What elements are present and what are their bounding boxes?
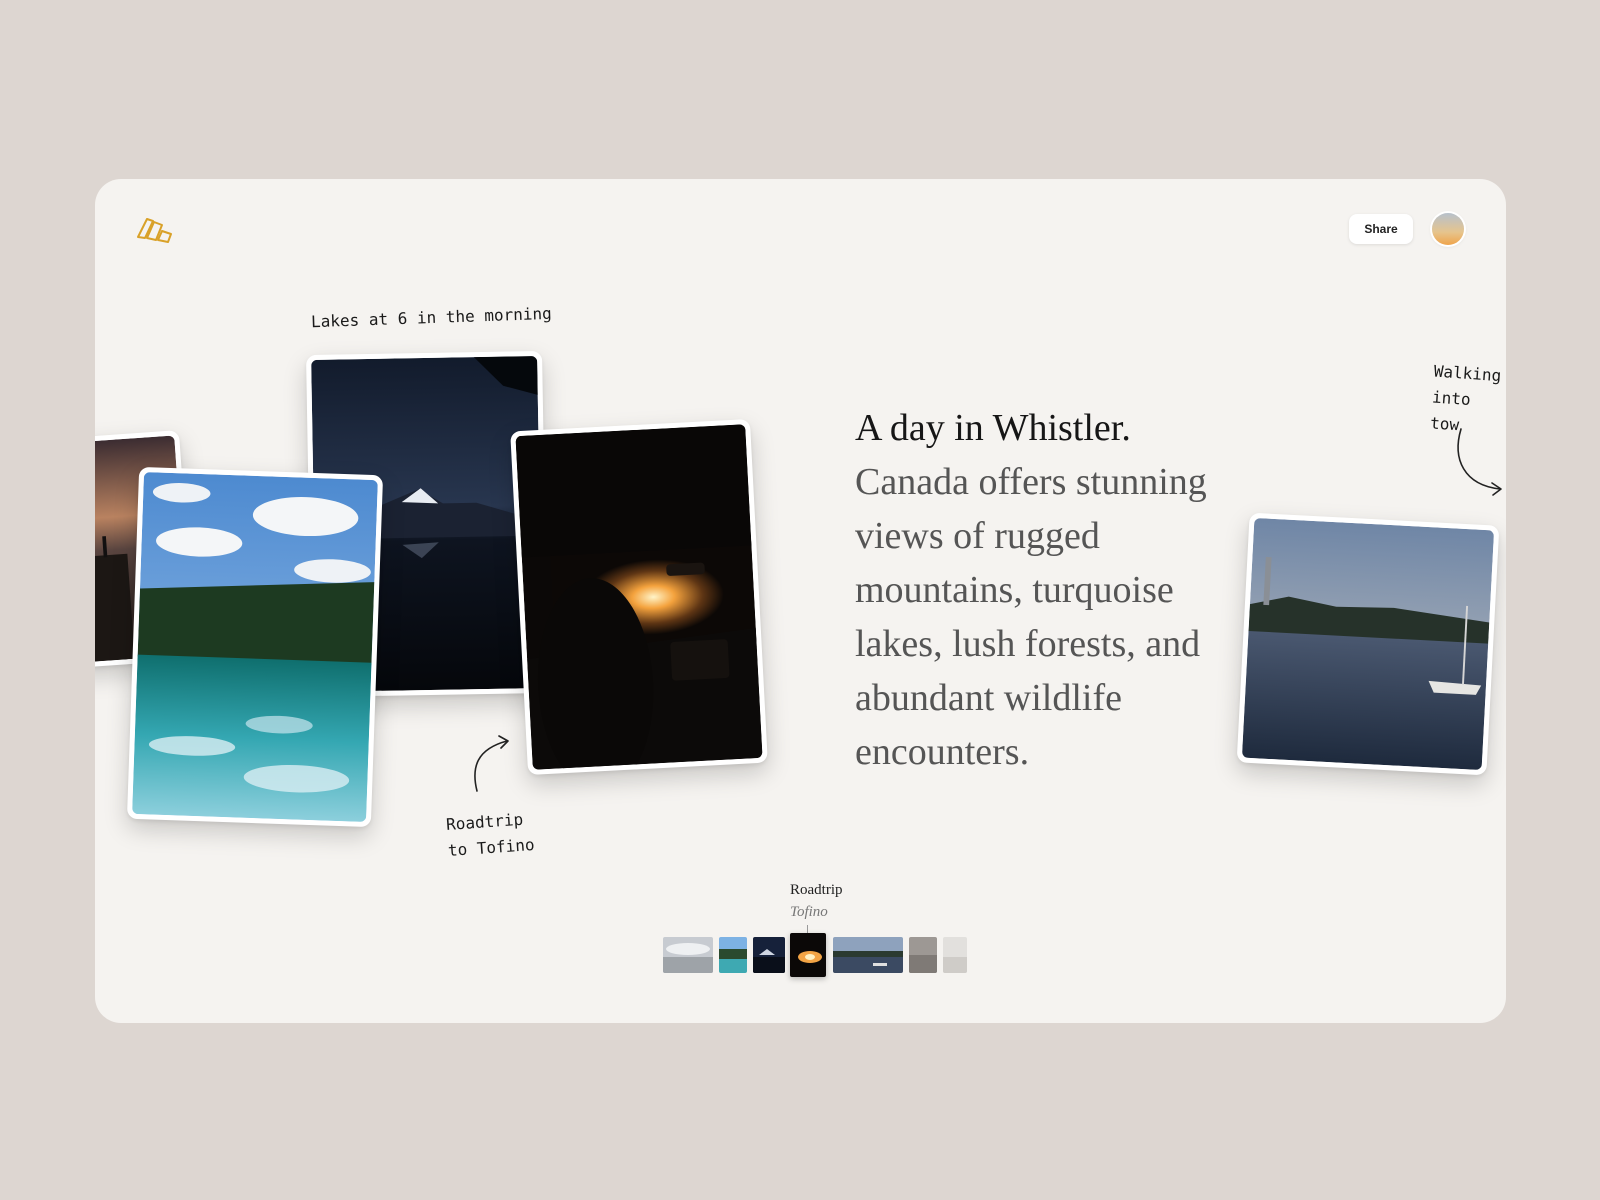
note-roadtrip: Roadtrip to Tofino	[445, 809, 536, 860]
curved-arrow-icon	[1457, 428, 1502, 496]
timeline-marker	[807, 925, 808, 933]
stacked-photos-logo-icon[interactable]	[135, 215, 175, 245]
timeline-current-subtitle: Tofino	[790, 904, 828, 920]
timeline-thumb-turquoise-lake[interactable]	[719, 937, 747, 973]
timeline-thumb-gray[interactable]	[909, 937, 937, 973]
photo-turquoise-lake-forest[interactable]	[126, 466, 384, 828]
timeline-current-label: Roadtrip Tofino	[790, 879, 843, 923]
story-text: A day in Whistler. Canada offers stunnin…	[855, 401, 1235, 779]
photo-car-sunset[interactable]	[510, 418, 768, 776]
timeline-thumb-mountain-lake[interactable]	[753, 937, 785, 973]
note-lakes-morning: Lakes at 6 in the morning	[310, 303, 553, 332]
timeline-thumb-light[interactable]	[943, 937, 967, 973]
photo-harbor-boats[interactable]	[1236, 512, 1500, 776]
story-canvas: Share Lakes at 6 in the morning Roadtrip…	[95, 179, 1506, 1023]
share-button[interactable]: Share	[1349, 214, 1413, 244]
user-avatar[interactable]	[1432, 213, 1464, 245]
timeline-thumb-clouds[interactable]	[663, 937, 713, 973]
curved-arrow-icon	[474, 735, 509, 792]
story-body: Canada offers stunning views of rugged m…	[855, 461, 1207, 773]
timeline-thumb-harbor[interactable]	[833, 937, 903, 973]
timeline-current-title: Roadtrip	[790, 882, 843, 898]
story-title: A day in Whistler.	[855, 407, 1131, 449]
timeline-thumb-car-sunset[interactable]	[790, 933, 826, 977]
